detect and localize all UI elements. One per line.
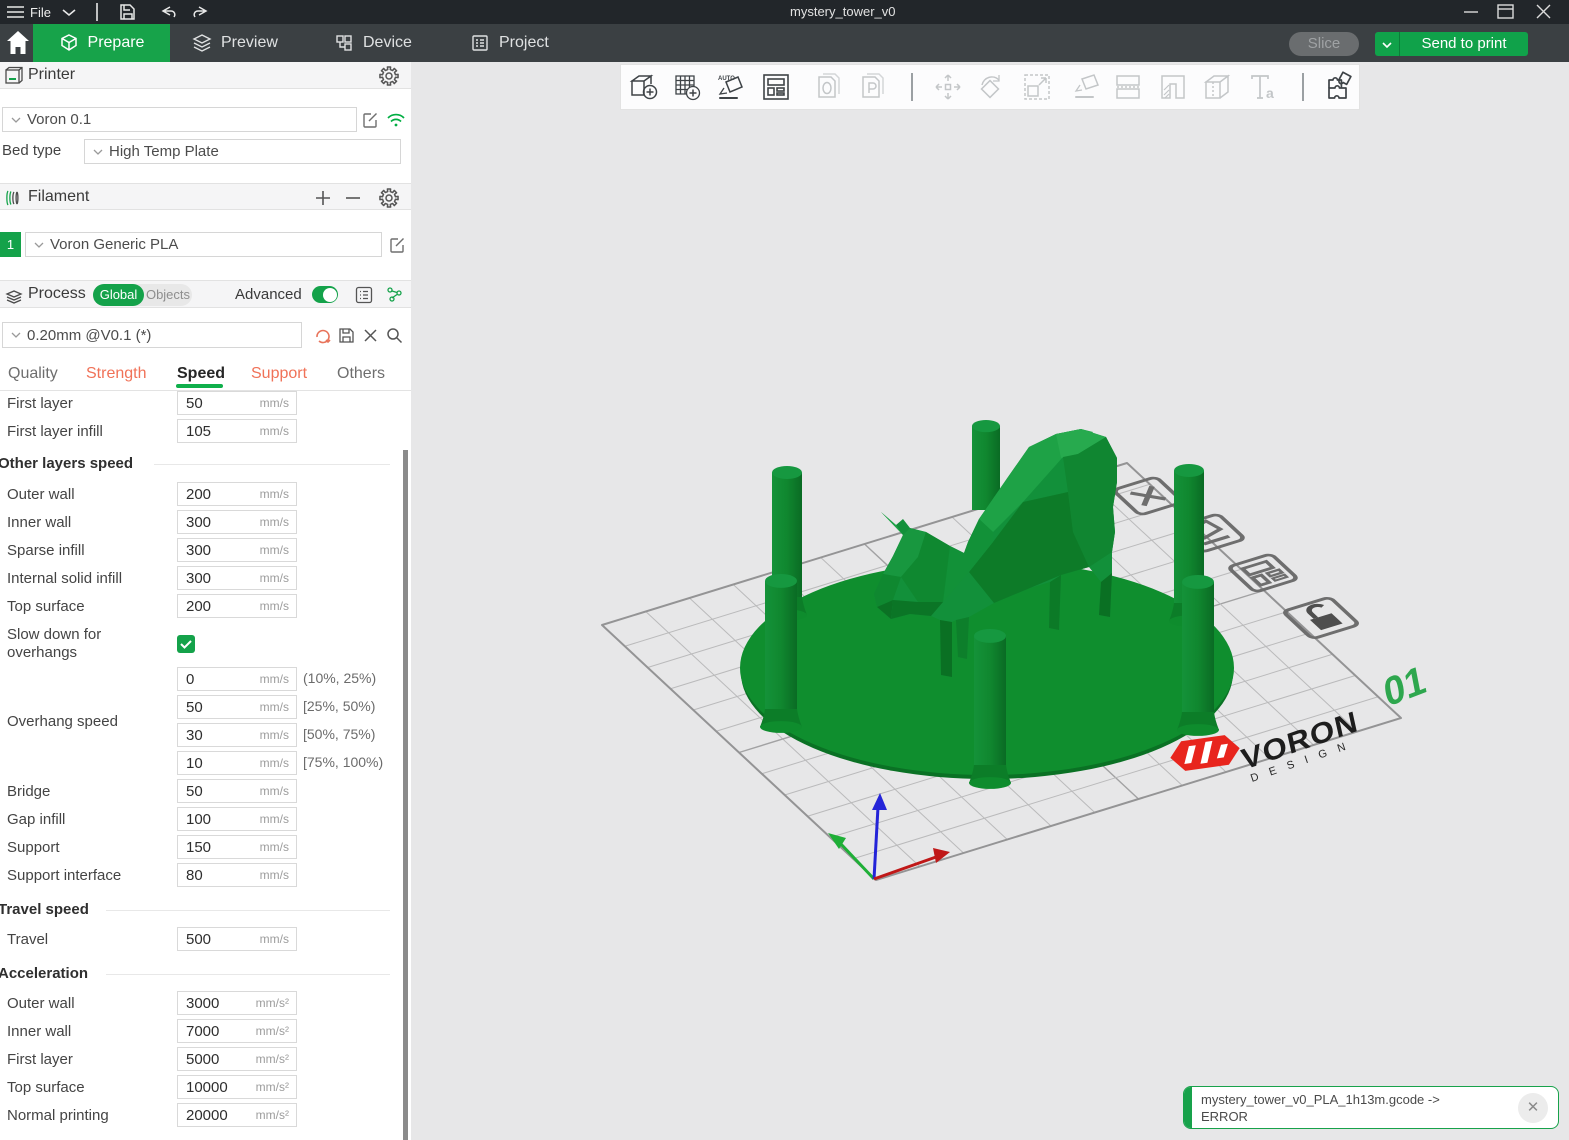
svg-text:mystery_tower_v0: mystery_tower_v0 bbox=[790, 4, 895, 19]
svg-text:01: 01 bbox=[1380, 657, 1429, 716]
svg-text:AUTO: AUTO bbox=[718, 76, 735, 82]
svg-text:File: File bbox=[30, 5, 51, 20]
svg-text:a: a bbox=[1266, 85, 1274, 101]
